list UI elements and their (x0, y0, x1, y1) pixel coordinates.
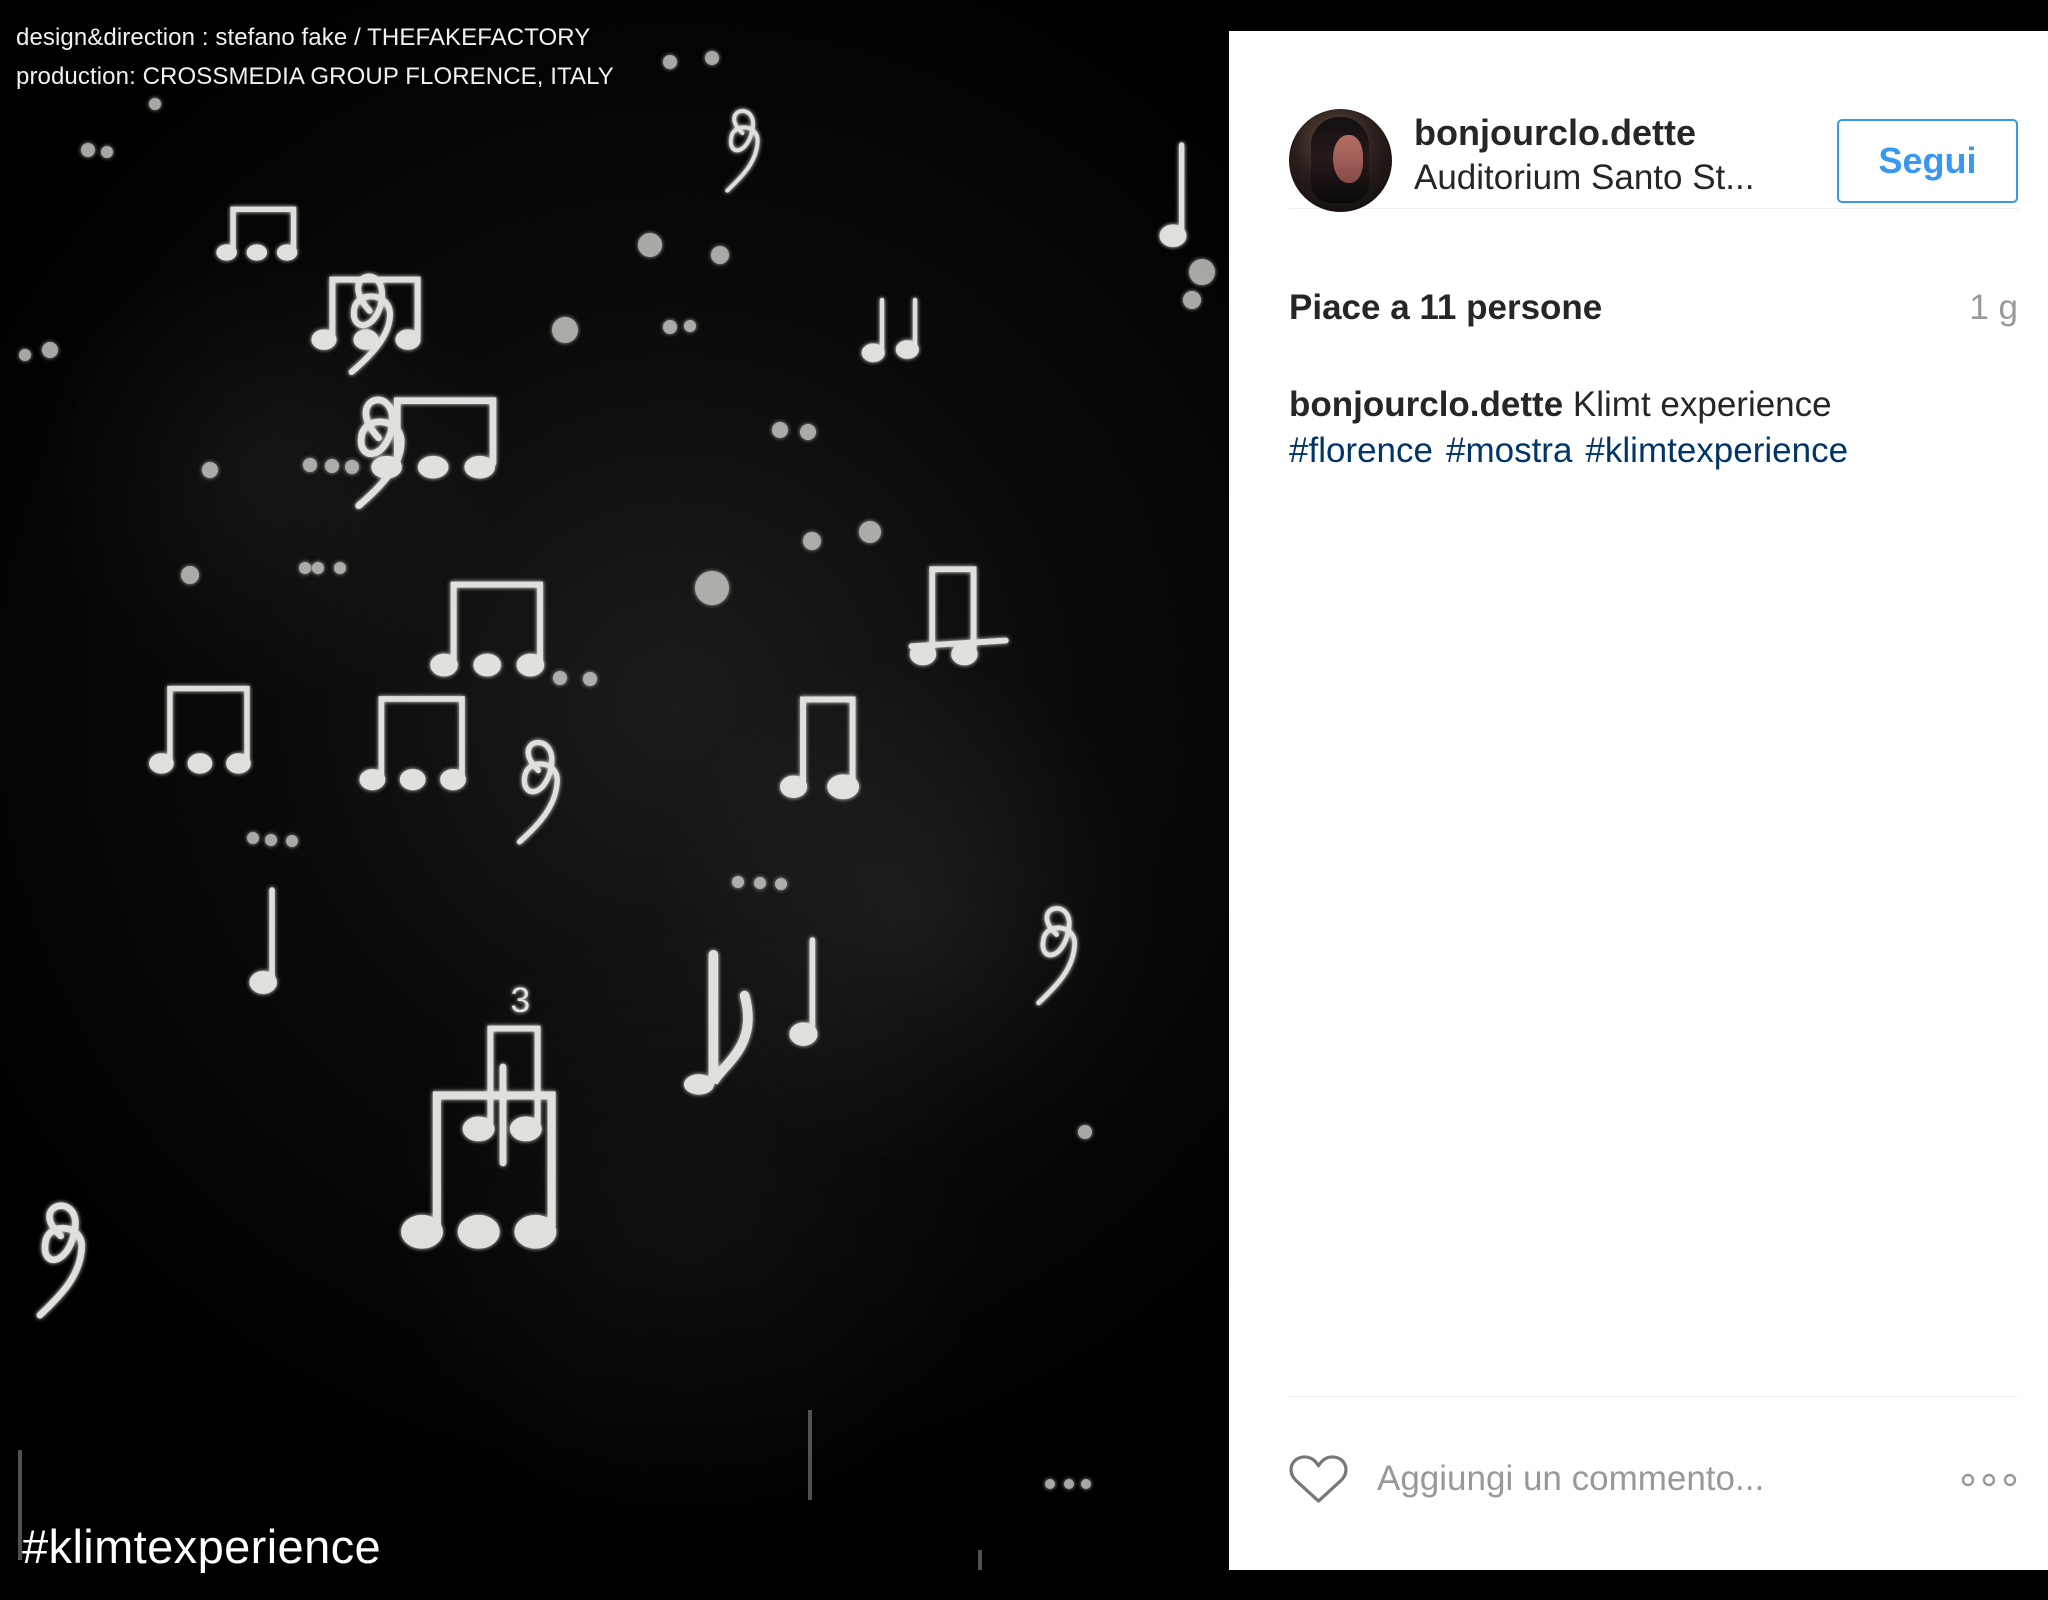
post-photo: 3 (0, 0, 1229, 1570)
hashtag-klimtexperience[interactable]: #klimtexperience (1585, 431, 1848, 470)
follow-button[interactable]: Segui (1837, 119, 2018, 203)
location-link[interactable]: Auditorium Santo St... (1414, 156, 1784, 200)
comment-footer (1289, 1396, 2018, 1539)
post-sidebar: bonjourclo.dette Auditorium Santo St... … (1229, 31, 2048, 1570)
hashtag-overlay: #klimtexperience (22, 1520, 382, 1573)
post-age: 1 g (1969, 288, 2018, 327)
user-meta: bonjourclo.dette Auditorium Santo St... (1414, 111, 1784, 200)
post-caption: bonjourclo.dette Klimt experience #flore… (1289, 382, 2018, 474)
svg-text:3: 3 (510, 980, 530, 1020)
caption-text: Klimt experience (1572, 385, 1832, 424)
credit-direction: design&direction : stefano fake / THEFAK… (16, 24, 591, 51)
caption-hashtags: #florence #mostra #klimtexperience (1289, 428, 2018, 474)
caption-username-link[interactable]: bonjourclo.dette (1289, 385, 1563, 424)
likes-count[interactable]: Piace a 11 persone (1289, 285, 1602, 331)
username-link[interactable]: bonjourclo.dette (1414, 111, 1784, 155)
instagram-post-screenshot: 3 design&direction: stefano fake / THEF… (0, 0, 2048, 1600)
music-notes-photo-illustration: 3 (18, 51, 1215, 1570)
credit-production: production: CROSSMEDIA GROUP FLORENCE, I… (16, 63, 614, 90)
heart-icon[interactable] (1289, 1454, 1348, 1505)
user-avatar[interactable] (1289, 109, 1392, 212)
hashtag-mostra[interactable]: #mostra (1446, 431, 1572, 470)
more-icon[interactable] (1960, 1471, 2018, 1489)
likes-row: Piace a 11 persone 1 g (1289, 285, 2018, 331)
video-credits: design&direction : stefano fake / THEFAK… (16, 18, 614, 96)
post-header: bonjourclo.dette Auditorium Santo St... … (1289, 76, 2018, 212)
hashtag-florence[interactable]: #florence (1289, 431, 1433, 470)
comment-input[interactable] (1377, 1449, 1937, 1509)
